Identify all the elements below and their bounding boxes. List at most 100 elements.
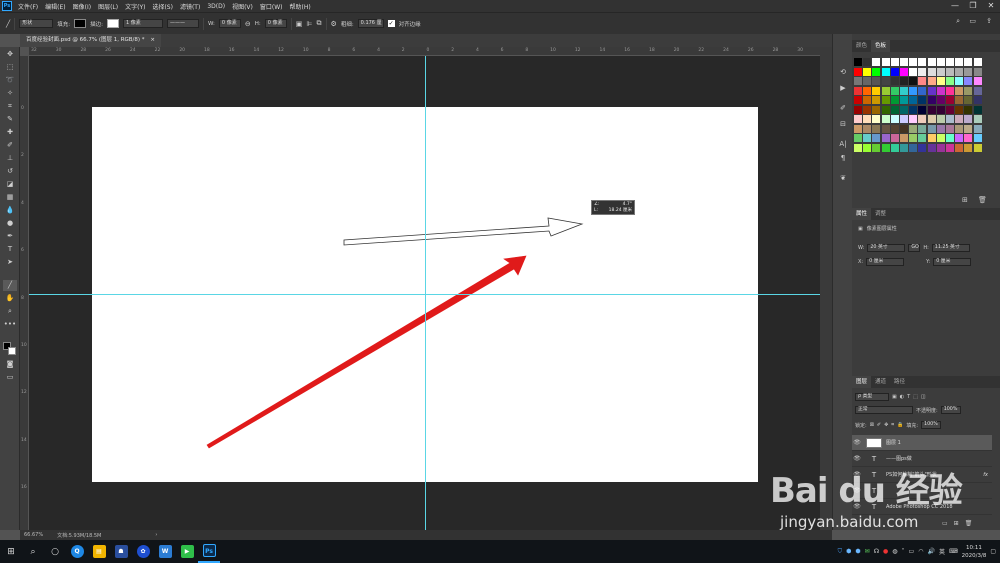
color-swatch[interactable] bbox=[854, 67, 862, 76]
color-swatch[interactable] bbox=[854, 86, 862, 95]
color-swatch[interactable] bbox=[964, 96, 973, 104]
shield-icon[interactable]: ⛉ bbox=[838, 548, 843, 556]
qq-browser-app-icon[interactable]: Q bbox=[66, 540, 88, 563]
eraser-tool-icon[interactable]: ◪ bbox=[3, 179, 17, 190]
wechat-icon[interactable]: ✉ bbox=[865, 548, 870, 555]
keyboard-icon[interactable]: ⌨ bbox=[949, 548, 958, 555]
status-menu-arrow[interactable]: › bbox=[155, 532, 157, 538]
color-swatch[interactable] bbox=[973, 115, 982, 123]
new-swatch-icon[interactable]: ⊞ bbox=[962, 196, 968, 204]
color-swatch[interactable] bbox=[936, 58, 945, 66]
color-swatch[interactable] bbox=[955, 77, 964, 85]
menu-layer[interactable]: 图层(L) bbox=[98, 2, 118, 11]
color-swatch[interactable] bbox=[955, 67, 964, 76]
color-swatch[interactable] bbox=[863, 105, 872, 114]
stroke-swatch[interactable] bbox=[106, 19, 119, 28]
filter-shape-icon[interactable]: ⬚ bbox=[913, 394, 918, 400]
color-swatch[interactable] bbox=[909, 58, 918, 66]
gear-icon[interactable]: ⚙ bbox=[331, 20, 337, 28]
chevron-up-icon[interactable]: ˄ bbox=[902, 548, 905, 555]
swatch-grid[interactable] bbox=[854, 58, 982, 168]
color-swatch[interactable] bbox=[973, 96, 982, 104]
type-tool-icon[interactable]: T bbox=[3, 244, 17, 255]
color-swatch[interactable] bbox=[854, 96, 862, 104]
filter-type-icon[interactable]: T bbox=[907, 394, 910, 400]
color-swatch[interactable] bbox=[964, 58, 973, 66]
tab-paths[interactable]: 路径 bbox=[890, 376, 909, 388]
color-swatch[interactable] bbox=[973, 77, 982, 85]
color-swatch[interactable] bbox=[918, 67, 927, 76]
color-swatch[interactable] bbox=[964, 67, 973, 76]
word-app-icon[interactable]: W bbox=[154, 540, 176, 563]
color-swatch[interactable] bbox=[946, 143, 954, 152]
notification-icon[interactable]: ▢ bbox=[990, 548, 996, 555]
magic-wand-tool-icon[interactable]: ✧ bbox=[3, 88, 17, 99]
color-swatch[interactable] bbox=[964, 115, 973, 123]
color-swatch[interactable] bbox=[890, 77, 899, 85]
share-icon[interactable]: ⇪ bbox=[986, 17, 992, 25]
color-swatch[interactable] bbox=[854, 143, 862, 152]
gradient-tool-icon[interactable]: ▦ bbox=[3, 192, 17, 203]
color-swatch[interactable] bbox=[946, 96, 954, 104]
color-swatch[interactable] bbox=[863, 86, 872, 95]
color-swatch[interactable] bbox=[881, 134, 890, 142]
color-swatch[interactable] bbox=[872, 115, 881, 123]
tab-channels[interactable]: 通道 bbox=[871, 376, 890, 388]
color-swatch[interactable] bbox=[955, 115, 964, 123]
box-icon[interactable]: ⬢ bbox=[855, 548, 860, 555]
color-swatch[interactable] bbox=[973, 143, 982, 152]
color-swatch[interactable] bbox=[890, 86, 899, 95]
menu-image[interactable]: 图像(I) bbox=[73, 2, 91, 11]
color-swatch[interactable] bbox=[927, 67, 936, 76]
color-swatch[interactable] bbox=[872, 124, 881, 133]
color-swatch[interactable] bbox=[881, 67, 890, 76]
history-brush-tool-icon[interactable]: ↺ bbox=[3, 166, 17, 177]
color-swatch[interactable] bbox=[872, 67, 881, 76]
color-swatch[interactable] bbox=[927, 115, 936, 123]
align-edges-checkbox[interactable]: ✓ bbox=[387, 20, 395, 27]
color-swatch[interactable] bbox=[900, 143, 908, 152]
tab-color[interactable]: 颜色 bbox=[852, 40, 871, 52]
color-swatch[interactable] bbox=[964, 143, 973, 152]
color-swatch[interactable] bbox=[964, 77, 973, 85]
color-swatch[interactable] bbox=[964, 124, 973, 133]
link-icon[interactable]: ⊖ bbox=[245, 20, 251, 28]
close-tab-icon[interactable]: × bbox=[150, 37, 155, 43]
more-tools-icon[interactable]: ••• bbox=[3, 319, 17, 330]
color-swatch[interactable] bbox=[872, 143, 881, 152]
color-swatch[interactable] bbox=[900, 67, 908, 76]
color-swatch[interactable] bbox=[918, 105, 927, 114]
color-swatch[interactable] bbox=[918, 143, 927, 152]
h-field[interactable]: 0 像素 bbox=[264, 19, 287, 28]
color-swatch[interactable] bbox=[863, 77, 872, 85]
line-tool-icon[interactable]: ╱ bbox=[3, 280, 17, 291]
color-swatch[interactable] bbox=[863, 67, 872, 76]
color-swatch[interactable] bbox=[946, 105, 954, 114]
color-swatch[interactable] bbox=[900, 124, 908, 133]
menu-3d[interactable]: 3D(D) bbox=[207, 3, 225, 10]
color-swatch[interactable] bbox=[936, 67, 945, 76]
move-tool-icon[interactable]: ✥ bbox=[3, 49, 17, 60]
photoshop-app-icon[interactable]: Ps bbox=[198, 540, 220, 563]
color-swatch[interactable] bbox=[863, 134, 872, 142]
path-arrangement-icon[interactable]: ⧉ bbox=[317, 19, 322, 28]
color-swatch[interactable] bbox=[936, 77, 945, 85]
video-app-icon[interactable]: ▶ bbox=[176, 540, 198, 563]
color-swatch[interactable] bbox=[936, 143, 945, 152]
character-icon[interactable]: A| bbox=[837, 140, 849, 150]
stamp-tool-icon[interactable]: ⊥ bbox=[3, 153, 17, 164]
color-swatch[interactable] bbox=[918, 96, 927, 104]
tab-layers[interactable]: 图层 bbox=[852, 376, 872, 388]
menu-filter[interactable]: 滤镜(T) bbox=[180, 2, 200, 11]
color-swatch[interactable] bbox=[900, 77, 908, 85]
color-swatch[interactable] bbox=[854, 124, 862, 133]
mode-select[interactable]: 形状 bbox=[19, 19, 54, 28]
layer-row[interactable]: 👁 T PS如何绘制"箭头"形状 fx bbox=[852, 467, 992, 483]
search-icon[interactable]: ⌕ bbox=[956, 17, 960, 26]
color-swatch[interactable] bbox=[863, 58, 872, 66]
canvas-area[interactable]: ∠: 4.7° L: 18.24 厘米 bbox=[29, 56, 820, 530]
color-swatch[interactable] bbox=[854, 134, 862, 142]
lock-position-icon[interactable]: ✥ bbox=[884, 422, 888, 428]
app-tray-icon[interactable]: ● bbox=[883, 548, 888, 555]
color-swatch[interactable] bbox=[936, 134, 945, 142]
